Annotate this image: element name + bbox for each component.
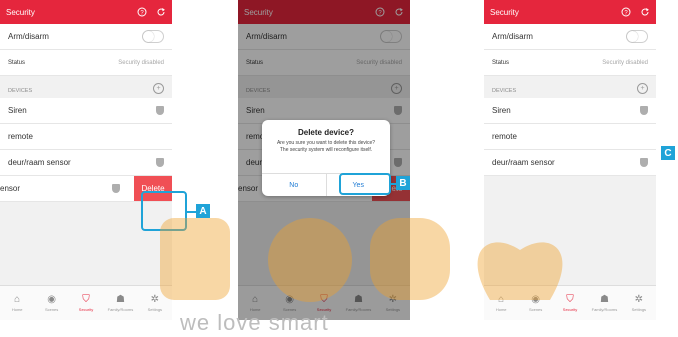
highlight-box-b [339,173,391,195]
devices-label: DEVICES [8,88,33,94]
dialog-no-button[interactable]: No [262,174,327,196]
shield-icon [156,158,164,167]
add-device-icon[interactable]: + [153,83,164,94]
device-name: remote [8,132,33,141]
status-row: Status Security disabled [0,50,172,76]
header-title: Security [6,7,35,17]
header-title: Security [490,7,519,17]
watermark-text: we love smart [180,310,329,335]
app-header: Security ? [484,0,656,24]
tab-label: Home [11,306,23,312]
tab-security[interactable]: ⛉Security [69,286,103,320]
home-icon: ⌂ [14,293,21,305]
device-name: Siren [492,106,511,115]
device-name: deur/raam sensor [492,158,555,167]
refresh-icon[interactable] [640,7,650,17]
device-row[interactable]: remote [484,124,656,150]
devices-section-header: DEVICES + [0,76,172,98]
tab-home[interactable]: ⌂Home [0,286,34,320]
device-name: Siren [8,106,27,115]
people-icon: ☗ [115,293,125,305]
question-icon[interactable]: ? [621,7,631,17]
device-row[interactable]: Siren [0,98,172,124]
device-row[interactable]: deur/raam sensor [0,150,172,176]
callout-b: B [396,176,410,190]
play-icon: ◉ [47,293,56,305]
tab-bar: ⌂Home ◉Scenes ⛉Security ☗Family/Rooms ✲ S… [0,285,172,320]
device-name: remote [492,132,517,141]
shield-icon [156,106,164,115]
status-value: Security disabled [602,59,648,66]
status-label: Status [492,59,510,66]
arm-disarm-label: Arm/disarm [492,32,533,41]
device-name: deur/raam sensor [8,158,71,167]
status-value: Security disabled [118,59,164,66]
tab-family-rooms[interactable]: ☗ Family/Rooms [103,286,137,320]
arm-disarm-row: Arm/disarm [484,24,656,50]
tab-label: Scenes [44,306,59,312]
arm-toggle[interactable] [626,30,648,43]
tab-label: Family/Rooms [107,306,134,312]
question-icon[interactable]: ? [137,7,147,17]
dialog-title: Delete device? [297,128,355,137]
shield-icon [640,158,648,167]
dialog-message: Are you sure you want to delete this dev… [276,140,376,153]
device-name: ensor [0,184,21,193]
status-row: Status Security disabled [484,50,656,76]
devices-label: DEVICES [492,88,517,94]
refresh-icon[interactable] [156,7,166,17]
arm-disarm-label: Arm/disarm [8,32,49,41]
add-device-icon[interactable]: + [637,83,648,94]
devices-section-header: DEVICES + [484,76,656,98]
status-label: Status [8,59,26,66]
callout-c: C [661,146,675,160]
shield-icon: ⛉ [82,293,90,305]
device-row[interactable]: deur/raam sensor [484,150,656,176]
device-row[interactable]: Siren [484,98,656,124]
app-header: Security ? [0,0,172,24]
phone-screen-1: Security ? Arm/disarm Status Security di… [0,0,172,320]
shield-icon [640,106,648,115]
tab-scenes[interactable]: ◉Scenes [34,286,68,320]
arm-disarm-row: Arm/disarm [0,24,172,50]
watermark-logo [160,218,563,302]
arm-toggle[interactable] [142,30,164,43]
gear-icon: ✲ [150,293,160,305]
shield-icon [112,184,120,193]
device-row[interactable]: remote [0,124,172,150]
tab-label: Security [78,306,94,312]
